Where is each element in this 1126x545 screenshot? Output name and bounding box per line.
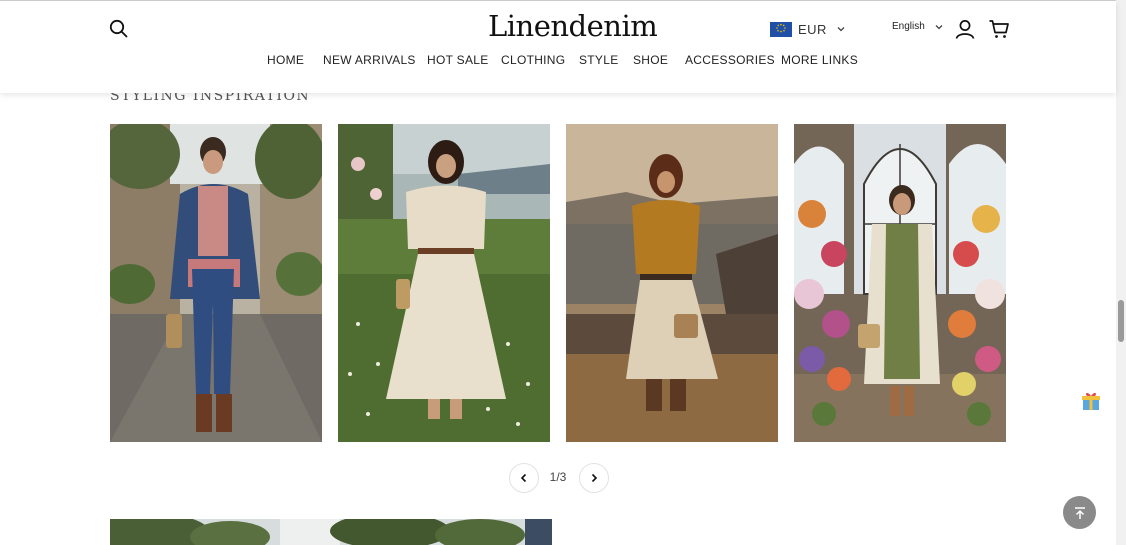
nav-item-shoe[interactable]: SHOE <box>633 53 668 67</box>
language-label: English <box>892 21 925 32</box>
search-icon <box>109 19 128 38</box>
next-section-banner[interactable] <box>110 519 552 545</box>
nav-item-home[interactable]: HOME <box>267 53 304 67</box>
nav-item-new-arrivals[interactable]: NEW ARRIVALS <box>323 53 416 67</box>
page-indicator: 1/3 <box>549 470 567 484</box>
search-button[interactable] <box>108 18 130 40</box>
eu-flag-icon <box>770 21 792 37</box>
site-header: Linendenim EUR English HOME NEW ARRIVALS… <box>0 1 1116 93</box>
site-logo[interactable]: Linendenim <box>488 9 658 43</box>
gift-button[interactable] <box>1081 391 1101 411</box>
banner-photo <box>110 519 552 545</box>
account-button[interactable] <box>954 18 976 40</box>
inspiration-photo <box>110 124 322 442</box>
inspiration-photo <box>338 124 550 442</box>
inspiration-card-4[interactable] <box>794 124 1006 442</box>
scrollbar-thumb[interactable] <box>1118 300 1124 342</box>
chevron-down-icon <box>935 24 943 29</box>
gift-icon <box>1082 392 1100 410</box>
page-scrollbar[interactable] <box>1116 0 1126 545</box>
arrow-up-icon <box>1074 506 1085 519</box>
inspiration-photo <box>566 124 778 442</box>
cart-button[interactable] <box>988 18 1010 40</box>
chevron-down-icon <box>837 27 845 32</box>
currency-selector[interactable]: EUR <box>770 20 846 38</box>
main-nav: HOME NEW ARRIVALS HOT SALE CLOTHING STYL… <box>0 53 1116 71</box>
inspiration-photo <box>794 124 1006 442</box>
inspiration-card-3[interactable] <box>566 124 778 442</box>
cart-icon <box>989 20 1009 38</box>
currency-code: EUR <box>798 21 827 37</box>
nav-item-accessories[interactable]: ACCESSORIES <box>685 53 775 67</box>
carousel-pagination: 1/3 <box>509 463 609 493</box>
nav-item-style[interactable]: STYLE <box>579 53 619 67</box>
carousel-next-button[interactable] <box>579 463 609 493</box>
language-selector[interactable]: English <box>892 21 944 32</box>
nav-item-clothing[interactable]: CLOTHING <box>501 53 565 67</box>
inspiration-card-1[interactable] <box>110 124 322 442</box>
back-to-top-button[interactable] <box>1063 496 1096 529</box>
chevron-left-icon <box>520 473 527 483</box>
carousel-prev-button[interactable] <box>509 463 539 493</box>
inspiration-card-2[interactable] <box>338 124 550 442</box>
nav-item-more-links[interactable]: MORE LINKS <box>781 53 858 67</box>
nav-item-hot-sale[interactable]: HOT SALE <box>427 53 489 67</box>
chevron-right-icon <box>591 473 598 483</box>
user-icon <box>955 20 975 39</box>
